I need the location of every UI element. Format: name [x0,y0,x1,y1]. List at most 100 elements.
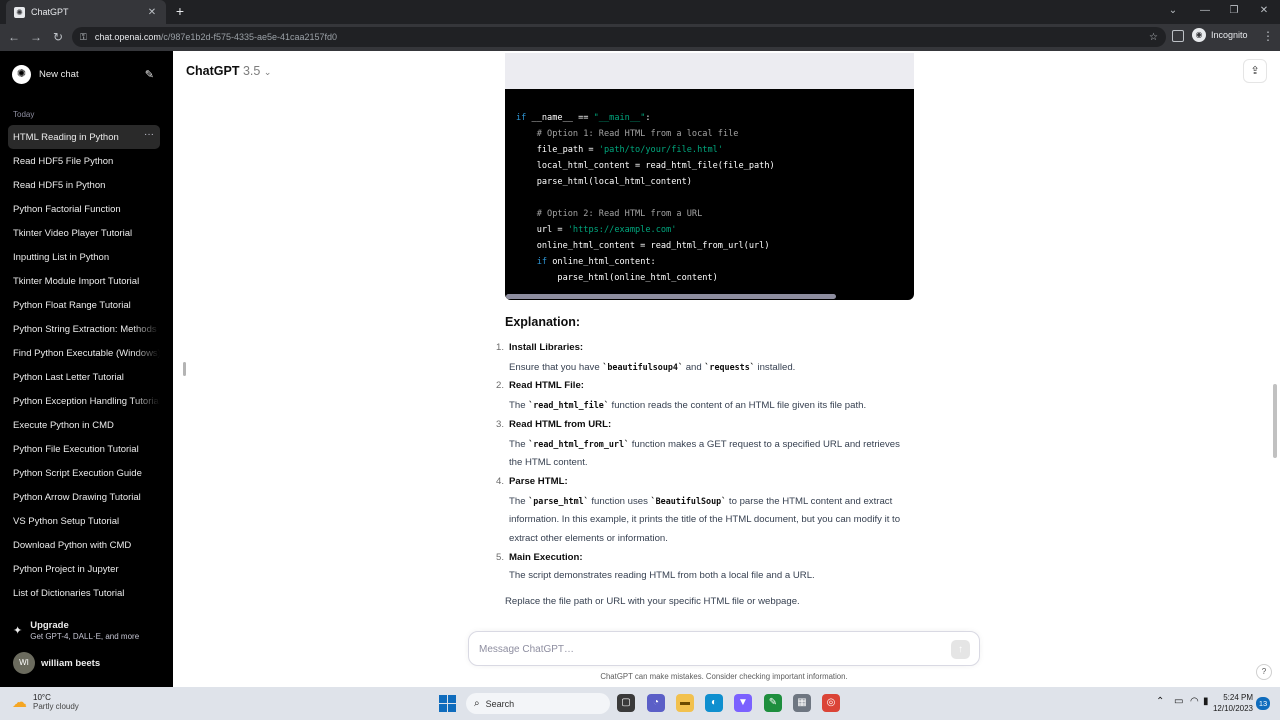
code-horizontal-scrollbar[interactable] [506,294,836,299]
weather-widget[interactable]: ☁ 10°C Partly cloudy [12,693,79,711]
windows-taskbar: ☁ 10°C Partly cloudy ⌕ Search ▢ ◔ ▬ ◐ ▼ … [0,687,1280,720]
taskbar-search[interactable]: ⌕ Search [466,693,610,714]
code-token: 'https://example.com' [567,225,677,235]
page-vertical-scrollbar[interactable] [1273,384,1277,458]
share-icon[interactable]: ⇪ [1243,59,1267,83]
list-item-text: Ensure that you have `beautifulsoup4` an… [509,358,913,378]
chat-app-icon[interactable]: ◔ [647,694,665,712]
sidebar-chat-item[interactable]: Tkinter Module Import Tutorial [8,269,160,293]
wifi-icon[interactable]: ◠ [1190,696,1199,707]
chevron-up-icon[interactable]: ⌃ [1156,696,1164,707]
sidebar-chat-item[interactable]: HTML Reading in Python ··· [8,125,160,149]
code-line: # Option 2: Read HTML from a URL [516,206,903,222]
tab-close-icon[interactable]: ✕ [146,7,158,18]
code-token: online_html_content: [547,257,656,267]
send-arrow-icon[interactable]: ↑ [951,640,970,659]
notification-badge[interactable]: 13 [1256,697,1270,710]
sidebar-chat-item[interactable]: Python Float Range Tutorial [8,293,160,317]
list-item: 2. Read HTML File: The `read_html_file` fu… [493,377,913,415]
display-icon[interactable]: ▭ [1174,696,1183,707]
forward-arrow-icon[interactable]: → [28,29,44,45]
back-arrow-icon[interactable]: ← [6,29,22,45]
sidebar-chat-item[interactable]: Read HDF5 File Python [8,149,160,173]
restore-button[interactable]: ❐ [1219,0,1249,22]
list-number: 2. [495,380,504,392]
code-line: url = 'https://example.com' [516,222,903,238]
sidebar-collapse-handle[interactable] [183,362,186,376]
chat-item-label: List of Dictionaries Tutorial [13,587,125,599]
taskbar-clock[interactable]: 5:24 PM 12/10/2023 [1205,692,1253,714]
help-icon[interactable]: ? [1256,664,1272,680]
chat-item-label: Read HDF5 in Python [13,179,106,191]
bookmark-star-icon[interactable]: ☆ [1149,32,1158,43]
site-info-icon[interactable]: ⚿ [80,32,87,43]
sidebar-chat-item[interactable]: Find Python Executable (Windows) [8,341,160,365]
file-explorer-icon[interactable]: ▬ [676,694,694,712]
address-bar[interactable]: ⚿ chat.openai.com/c/987e1b2d-f575-4335-a… [72,27,1166,47]
sidebar-chat-item[interactable]: Python Arrow Drawing Tutorial [8,485,160,509]
sparkle-icon: ✦ [13,625,23,637]
minimize-button[interactable]: — [1190,0,1220,22]
weather-condition: Partly cloudy [33,702,79,711]
image-app-icon[interactable]: ▦ [793,694,811,712]
chat-item-label: Python File Execution Tutorial [13,443,139,455]
compose-icon[interactable]: ✎ [145,68,154,81]
upgrade-button[interactable]: ✦ Upgrade Get GPT-4, DALL·E, and more [13,620,139,641]
url-text: chat.openai.com/c/987e1b2d-f575-4335-ae5… [94,32,338,42]
code-token: if [536,257,548,267]
sidebar-chat-item[interactable]: Python Factorial Function [8,197,160,221]
close-window-button[interactable]: ✕ [1249,0,1279,22]
editor-app-icon[interactable]: ✎ [764,694,782,712]
code-content: if __name__ == "__main__": # Option 1: R… [516,110,903,286]
side-panel-icon[interactable] [1172,30,1184,42]
upgrade-subtitle: Get GPT-4, DALL·E, and more [30,632,140,641]
sidebar-chat-item[interactable]: Download Python with CMD [8,533,160,557]
explanation-heading: Explanation: [505,315,581,329]
list-item: 3. Read HTML from URL: The `read_html_from… [493,416,913,473]
tab-search-icon[interactable]: ⌄ [1158,0,1188,22]
search-icon: ⌕ [474,698,480,709]
inline-code: `beautifulsoup4` [602,361,684,372]
new-tab-button[interactable]: + [172,3,188,19]
sidebar-chat-item[interactable]: Inputting List in Python [8,245,160,269]
edge-browser-icon[interactable]: ◐ [705,694,723,712]
model-selector[interactable]: ChatGPT 3.5 ⌄ [186,64,271,78]
code-line: if __name__ == "__main__": [516,110,903,126]
message-input[interactable] [479,641,939,657]
browser-menu-icon[interactable]: ⋮ [1262,29,1274,43]
sidebar-chat-item[interactable]: Python Project in Jupyter [8,557,160,581]
chat-options-icon[interactable]: ··· [144,129,154,140]
openai-logo-icon: ✺ [12,64,31,84]
task-view-icon[interactable]: ▢ [617,694,635,712]
sidebar-chat-item[interactable]: Python Script Execution Guide [8,461,160,485]
sidebar-chat-item[interactable]: Python File Execution Tutorial [8,437,160,461]
sidebar-chat-item[interactable]: Read HDF5 in Python [8,173,160,197]
sidebar-chat-item[interactable]: Python String Extraction: Methods [8,317,160,341]
new-chat-button[interactable]: ✺ New chat ✎ [8,59,158,89]
browser-tab[interactable]: ✺ ChatGPT ✕ [6,0,166,24]
sidebar-chat-item[interactable]: Tkinter Video Player Tutorial [8,221,160,245]
browser-toolbar: ← → ↻ ⚿ chat.openai.com/c/987e1b2d-f575-… [0,24,1280,51]
sidebar-chat-item[interactable]: List of Dictionaries Tutorial [8,581,160,605]
incognito-indicator[interactable]: ◉ Incognito [1192,28,1248,42]
windows-start-icon[interactable] [439,695,456,712]
sidebar-chat-item[interactable]: Python Last Letter Tutorial [8,365,160,389]
code-line: # Option 1: Read HTML from a local file [516,126,903,142]
sidebar: ✺ New chat ✎ Today HTML Reading in Pytho… [0,51,173,687]
list-item-title: Read HTML File: [509,380,584,392]
sidebar-chat-item[interactable]: VS Python Setup Tutorial [8,509,160,533]
app-icon[interactable]: ▼ [734,694,752,712]
reload-icon[interactable]: ↻ [50,29,66,45]
code-token: 'path/to/your/file.html' [598,145,723,155]
chrome-browser-icon[interactable]: ◎ [822,694,840,712]
sidebar-chat-item[interactable]: Execute Python in CMD [8,413,160,437]
list-item: 1. Install Libraries: Ensure that you have… [493,339,913,377]
chat-item-label: HTML Reading in Python [13,131,119,143]
user-menu[interactable]: WI william beets [13,652,100,674]
chat-item-label: Python Last Letter Tutorial [13,371,124,383]
sidebar-chat-item[interactable]: Python Exception Handling Tutorial [8,389,160,413]
code-token: # Option 1: Read HTML from a local file [536,129,739,139]
